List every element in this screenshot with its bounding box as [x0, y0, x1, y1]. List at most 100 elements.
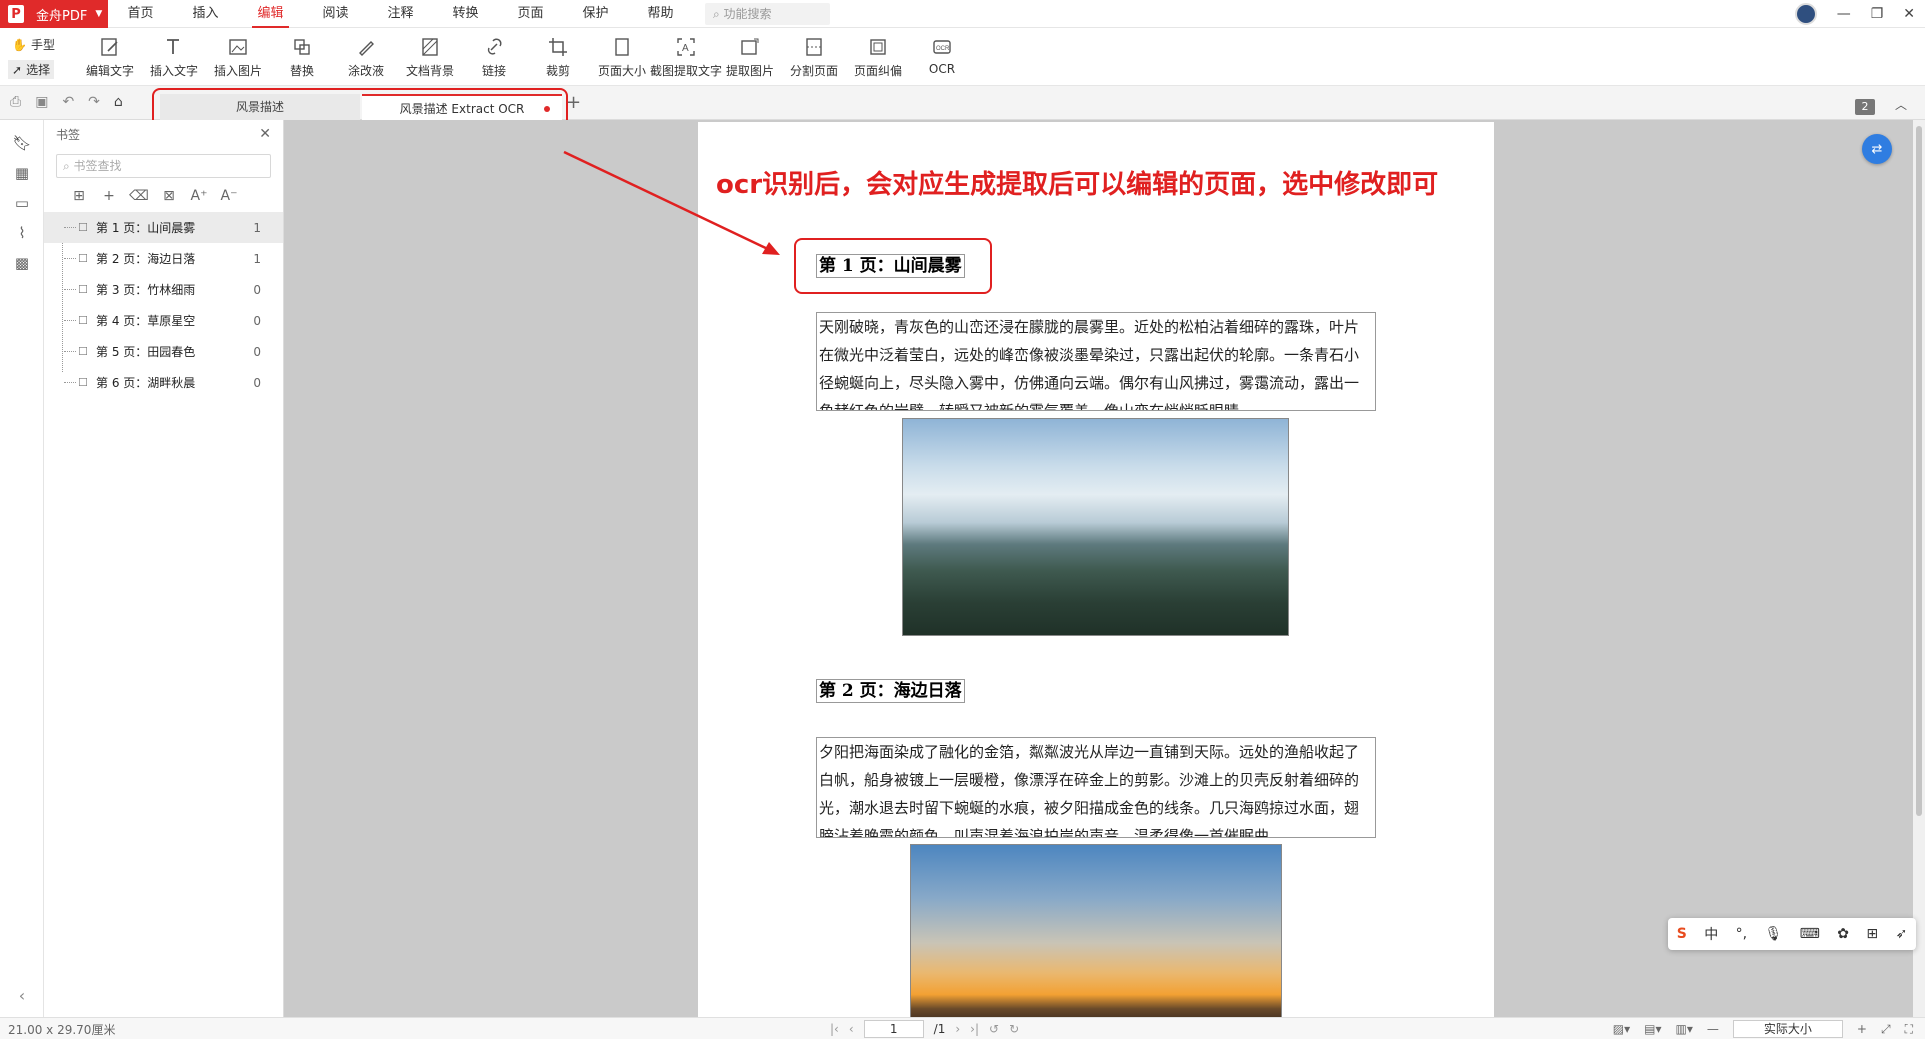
floating-convert-icon[interactable]: ⇄	[1862, 134, 1892, 164]
print-icon[interactable]: ⎙	[10, 94, 21, 110]
doc-background-label: 文档背景	[405, 64, 454, 78]
fit-mode-icon[interactable]: ▥▾	[1676, 1022, 1693, 1036]
menu-insert[interactable]: 插入	[173, 0, 238, 28]
feature-search-input[interactable]: ⌕ 功能搜索	[705, 3, 830, 25]
increase-font-icon[interactable]: A⁺	[184, 188, 214, 204]
menu-annotate[interactable]: 注释	[368, 0, 433, 28]
menu-protect[interactable]: 保护	[563, 0, 628, 28]
app-menu-button[interactable]: P 金舟PDF ▼	[0, 0, 108, 28]
undo-icon[interactable]: ↶	[62, 94, 74, 110]
select-mode-label: 选择	[26, 63, 51, 77]
doc-background-tool[interactable]: 文档背景	[398, 34, 462, 79]
redo-icon[interactable]: ↷	[88, 94, 100, 110]
menu-read[interactable]: 阅读	[303, 0, 368, 28]
page-size-tool[interactable]: 页面大小	[590, 34, 654, 79]
list-item[interactable]: ☐ 第 6 页：湖畔秋晨 0	[44, 367, 283, 398]
collapse-left-icon[interactable]: ‹	[0, 986, 44, 1005]
left-rail: 🔖︎ ▦ ▭ ⌇ ▩ ‹	[0, 120, 44, 1017]
home-icon[interactable]: ⌂	[114, 94, 123, 110]
menu-home[interactable]: 首页	[108, 0, 173, 28]
expand-tree-icon[interactable]: ⊞	[64, 188, 94, 204]
correction-fluid-tool[interactable]: 涂改液	[334, 34, 398, 79]
skin-icon[interactable]: ✿	[1837, 926, 1849, 942]
bookmark-panel: 书签 ✕ ⌕ 书签查找 ⊞ + ⌫ ⊠ A⁺ A⁻ ☐ 第 1 页：山间晨雾 1 ☐…	[44, 120, 284, 1017]
last-page-icon[interactable]: ›|	[970, 1022, 979, 1036]
microphone-icon[interactable]: 🎙︎	[1764, 926, 1782, 942]
screenshot-text-icon: A	[672, 34, 700, 60]
zoom-out-icon[interactable]: —	[1707, 1022, 1719, 1036]
insert-text-tool[interactable]: 插入文字	[142, 34, 206, 79]
bookmark-icon: ☐	[78, 345, 88, 358]
delete-all-icon[interactable]: ⊠	[154, 188, 184, 204]
list-item[interactable]: ☐ 第 1 页：山间晨雾 1	[44, 212, 283, 243]
decrease-font-icon[interactable]: A⁻	[214, 188, 244, 204]
ocr-tool[interactable]: OCR OCR	[910, 34, 974, 79]
screenshot-ocr-tool[interactable]: A 截图提取文字	[650, 34, 722, 79]
apps-grid-icon[interactable]: ⊞	[1866, 926, 1878, 942]
punctuation-icon[interactable]: °,	[1736, 926, 1747, 942]
ime-lang-toggle[interactable]: 中	[1704, 924, 1718, 944]
prev-page-icon[interactable]: ‹	[849, 1022, 854, 1036]
add-bookmark-icon[interactable]: +	[94, 188, 124, 204]
zoom-select[interactable]: 实际大小	[1732, 1020, 1843, 1038]
first-page-icon[interactable]: |‹	[830, 1022, 839, 1036]
bookmark-search-input[interactable]: ⌕ 书签查找	[56, 154, 271, 178]
next-page-icon[interactable]: ›	[955, 1022, 960, 1036]
save-icon[interactable]: ▣	[35, 94, 48, 110]
collapse-ribbon-icon[interactable]: ︿	[1895, 96, 1907, 113]
crop-tool[interactable]: 裁剪	[526, 34, 590, 79]
split-page-tool[interactable]: 分割页面	[782, 34, 846, 79]
select-mode-button[interactable]: ➚ 选择	[8, 60, 55, 79]
extract-image-tool[interactable]: 提取图片	[718, 34, 782, 79]
deskew-tool[interactable]: 页面纠偏	[846, 34, 910, 79]
document-canvas: ocr识别后，会对应生成提取后可以编辑的页面，选中修改即可 第 1 页：山间晨雾…	[284, 120, 1913, 1017]
close-panel-icon[interactable]: ✕	[259, 126, 271, 142]
paper-size-readout: 21.00 x 29.70厘米	[8, 1023, 116, 1037]
menu-page[interactable]: 页面	[498, 0, 563, 28]
restore-icon[interactable]: ❐	[1871, 6, 1884, 22]
window-controls: — ❐ ✕	[1794, 0, 1915, 28]
bookmark-page: 0	[253, 282, 261, 297]
replace-tool[interactable]: 替换	[270, 34, 334, 79]
page-layout-icon[interactable]: ▤▾	[1644, 1022, 1661, 1036]
rotate-left-icon[interactable]: ↺	[989, 1022, 999, 1036]
ime-extra-icon[interactable]: ➶	[1896, 926, 1908, 942]
new-tab-button[interactable]: +	[566, 92, 581, 113]
bookmark-icon[interactable]: 🔖︎	[0, 128, 44, 158]
close-icon[interactable]: ✕	[1903, 6, 1915, 22]
page-number-input[interactable]: 1	[863, 1020, 924, 1038]
fit-window-icon[interactable]: ⛶	[1905, 1022, 1913, 1037]
avatar[interactable]	[1794, 3, 1817, 25]
zoom-in-icon[interactable]: +	[1857, 1022, 1867, 1036]
link-tool[interactable]: 链接	[462, 34, 526, 79]
image-panel-icon[interactable]: ▩	[0, 248, 44, 278]
ocr-icon: OCR	[928, 34, 956, 60]
vertical-scrollbar[interactable]	[1913, 120, 1925, 1017]
list-item[interactable]: ☐ 第 5 页：田园春色 0	[44, 336, 283, 367]
thumbnails-icon[interactable]: ▦	[0, 158, 44, 188]
insert-image-tool[interactable]: 插入图片	[206, 34, 270, 79]
list-item[interactable]: ☐ 第 4 页：草原星空 0	[44, 305, 283, 336]
bookmark-page: 0	[253, 313, 261, 328]
edit-text-label: 编辑文字	[85, 64, 134, 78]
fullscreen-icon[interactable]: ⤢	[1881, 1022, 1891, 1037]
page-total: /1	[933, 1022, 946, 1036]
attachment-icon[interactable]: ⌇	[0, 218, 44, 248]
comments-icon[interactable]: ▭	[0, 188, 44, 218]
delete-bookmark-icon[interactable]: ⌫	[124, 188, 154, 204]
background-icon	[416, 34, 444, 60]
keyboard-icon[interactable]: ⌨	[1800, 926, 1820, 942]
minimize-icon[interactable]: —	[1837, 6, 1851, 22]
menu-edit[interactable]: 编辑	[238, 0, 303, 28]
menu-convert[interactable]: 转换	[433, 0, 498, 28]
arrow-annotation	[563, 150, 780, 255]
rotate-right-icon[interactable]: ↻	[1009, 1022, 1019, 1036]
menu-help[interactable]: 帮助	[628, 0, 693, 28]
cursor-icon: ➚	[12, 62, 23, 77]
scrollbar-thumb[interactable]	[1916, 126, 1922, 816]
edit-text-tool[interactable]: 编辑文字	[78, 34, 142, 79]
list-item[interactable]: ☐ 第 2 页：海边日落 1	[44, 243, 283, 274]
list-item[interactable]: ☐ 第 3 页：竹林细雨 0	[44, 274, 283, 305]
view-mode-icon[interactable]: ▨▾	[1613, 1022, 1630, 1036]
hand-mode-button[interactable]: ✋ 手型	[12, 36, 55, 53]
